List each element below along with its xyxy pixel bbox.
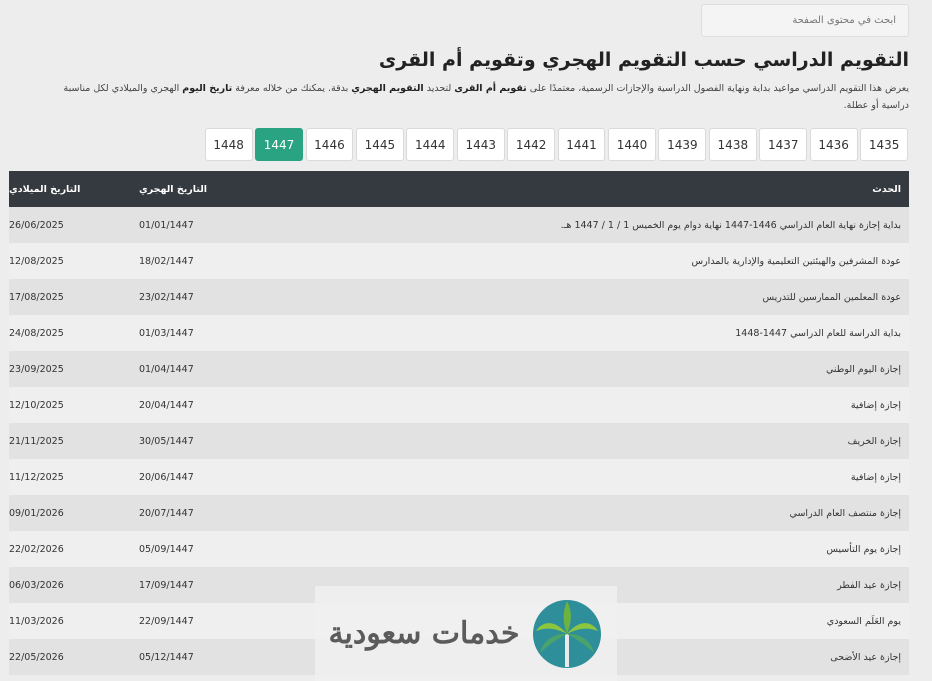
watermark: خدمات سعودية	[315, 586, 617, 681]
hijri-date-cell: 05/09/1447	[139, 531, 279, 567]
year-button-1435[interactable]: 1435	[860, 128, 908, 161]
search-input[interactable]: ابحث في محتوى الصفحة	[701, 4, 909, 37]
event-cell: عودة المعلمين الممارسين للتدريس	[279, 279, 909, 315]
year-button-1447[interactable]: 1447	[255, 128, 303, 161]
hijri-date-cell: 01/03/1447	[139, 315, 279, 351]
hijri-date-cell: 18/02/1447	[139, 243, 279, 279]
page-title: التقويم الدراسي حسب التقويم الهجري وتقوي…	[378, 49, 909, 71]
gregorian-date-cell: 21/11/2025	[9, 423, 139, 459]
header-hijri: التاريخ الهجري	[139, 171, 279, 207]
table-row: إجازة إضافية 20/04/1447 12/10/2025	[9, 387, 909, 423]
year-button-1446[interactable]: 1446	[305, 128, 354, 161]
table-row: إجازة منتصف العام الدراسي 20/07/1447 09/01…	[9, 495, 909, 531]
hijri-date-cell: 01/01/1447	[139, 207, 279, 243]
gregorian-date-cell: 22/05/2026	[9, 639, 139, 675]
gregorian-date-cell: 23/09/2025	[9, 351, 139, 387]
hijri-date-cell: 17/09/1447	[139, 567, 279, 603]
table-row: بداية إجازة نهاية العام الدراسي 1446-144…	[9, 207, 909, 243]
year-button-1439[interactable]: 1439	[658, 128, 707, 161]
gregorian-date-cell: 11/03/2026	[9, 603, 139, 639]
event-cell: إجازة يوم التأسيس	[279, 531, 909, 567]
gregorian-date-cell: 26/06/2025	[9, 207, 139, 243]
gregorian-date-cell: 22/02/2026	[9, 531, 139, 567]
table-row: إجازة إضافية 20/06/1447 11/12/2025	[9, 459, 909, 495]
hijri-date-cell: 22/09/1447	[139, 603, 279, 639]
gregorian-date-cell: 17/08/2025	[9, 279, 139, 315]
hijri-date-cell: 20/07/1447	[139, 495, 279, 531]
header-gregorian: التاريخ الميلادي	[9, 171, 139, 207]
year-button-1438[interactable]: 1438	[708, 128, 757, 161]
hijri-date-cell: 20/06/1447	[139, 459, 279, 495]
year-button-1440[interactable]: 1440	[608, 128, 656, 161]
gregorian-date-cell: 09/01/2026	[9, 495, 139, 531]
header-event: الحدث	[279, 171, 909, 207]
table-row: إجازة اليوم الوطني 01/04/1447 23/09/2025	[9, 351, 909, 387]
table-row: إجازة يوم التأسيس 05/09/1447 22/02/2026	[9, 531, 909, 567]
table-row: عودة المعلمين الممارسين للتدريس 23/02/144…	[9, 279, 909, 315]
gregorian-date-cell: 12/10/2025	[9, 387, 139, 423]
table-header-row: الحدث التاريخ الهجري التاريخ الميلادي	[9, 171, 909, 207]
event-cell: عودة المشرفين والهيئتين التعليمية والإدا…	[279, 243, 909, 279]
year-button-1442[interactable]: 1442	[507, 128, 556, 161]
event-cell: إجازة اليوم الوطني	[279, 351, 909, 387]
year-button-1444[interactable]: 1444	[406, 128, 455, 161]
event-cell: بداية إجازة نهاية العام الدراسي 1446-144…	[279, 207, 909, 243]
hijri-date-cell: 23/02/1447	[139, 279, 279, 315]
year-button-1436[interactable]: 1436	[809, 128, 858, 161]
year-selector: 1435 1436 1437 1438 1439 1440 1441 1442 1443 1444…	[202, 128, 908, 161]
hijri-date-cell: 05/12/1447	[139, 639, 279, 675]
event-cell: بداية الدراسة للعام الدراسي 1447-1448	[279, 315, 909, 351]
watermark-text: خدمات سعودية	[328, 616, 520, 651]
year-button-1448[interactable]: 1448	[204, 128, 253, 161]
year-button-1443[interactable]: 1443	[456, 128, 505, 161]
gregorian-date-cell: 12/08/2025	[9, 243, 139, 279]
hijri-date-cell: 30/05/1447	[139, 423, 279, 459]
gregorian-date-cell: 06/03/2026	[9, 567, 139, 603]
page-intro: يعرض هذا التقويم الدراسي مواعيد بداية ون…	[63, 83, 909, 111]
gregorian-date-cell: 11/12/2025	[9, 459, 139, 495]
event-cell: إجازة إضافية	[279, 387, 909, 423]
table-row: إجازة الخريف 30/05/1447 21/11/2025	[9, 423, 909, 459]
year-button-1445[interactable]: 1445	[355, 128, 404, 161]
event-cell: إجازة منتصف العام الدراسي	[279, 495, 909, 531]
table-row: عودة المشرفين والهيئتين التعليمية والإدا…	[9, 243, 909, 279]
search-placeholder: ابحث في محتوى الصفحة	[792, 15, 896, 26]
palm-logo-icon	[532, 599, 601, 668]
hijri-date-cell: 20/04/1447	[139, 387, 279, 423]
table-row: بداية الدراسة للعام الدراسي 1447-1448 01/…	[9, 315, 909, 351]
year-button-1441[interactable]: 1441	[557, 128, 606, 161]
year-button-1437[interactable]: 1437	[759, 128, 808, 161]
hijri-date-cell: 01/04/1447	[139, 351, 279, 387]
event-cell: إجازة إضافية	[279, 459, 909, 495]
event-cell: إجازة الخريف	[279, 423, 909, 459]
gregorian-date-cell: 24/08/2025	[9, 315, 139, 351]
